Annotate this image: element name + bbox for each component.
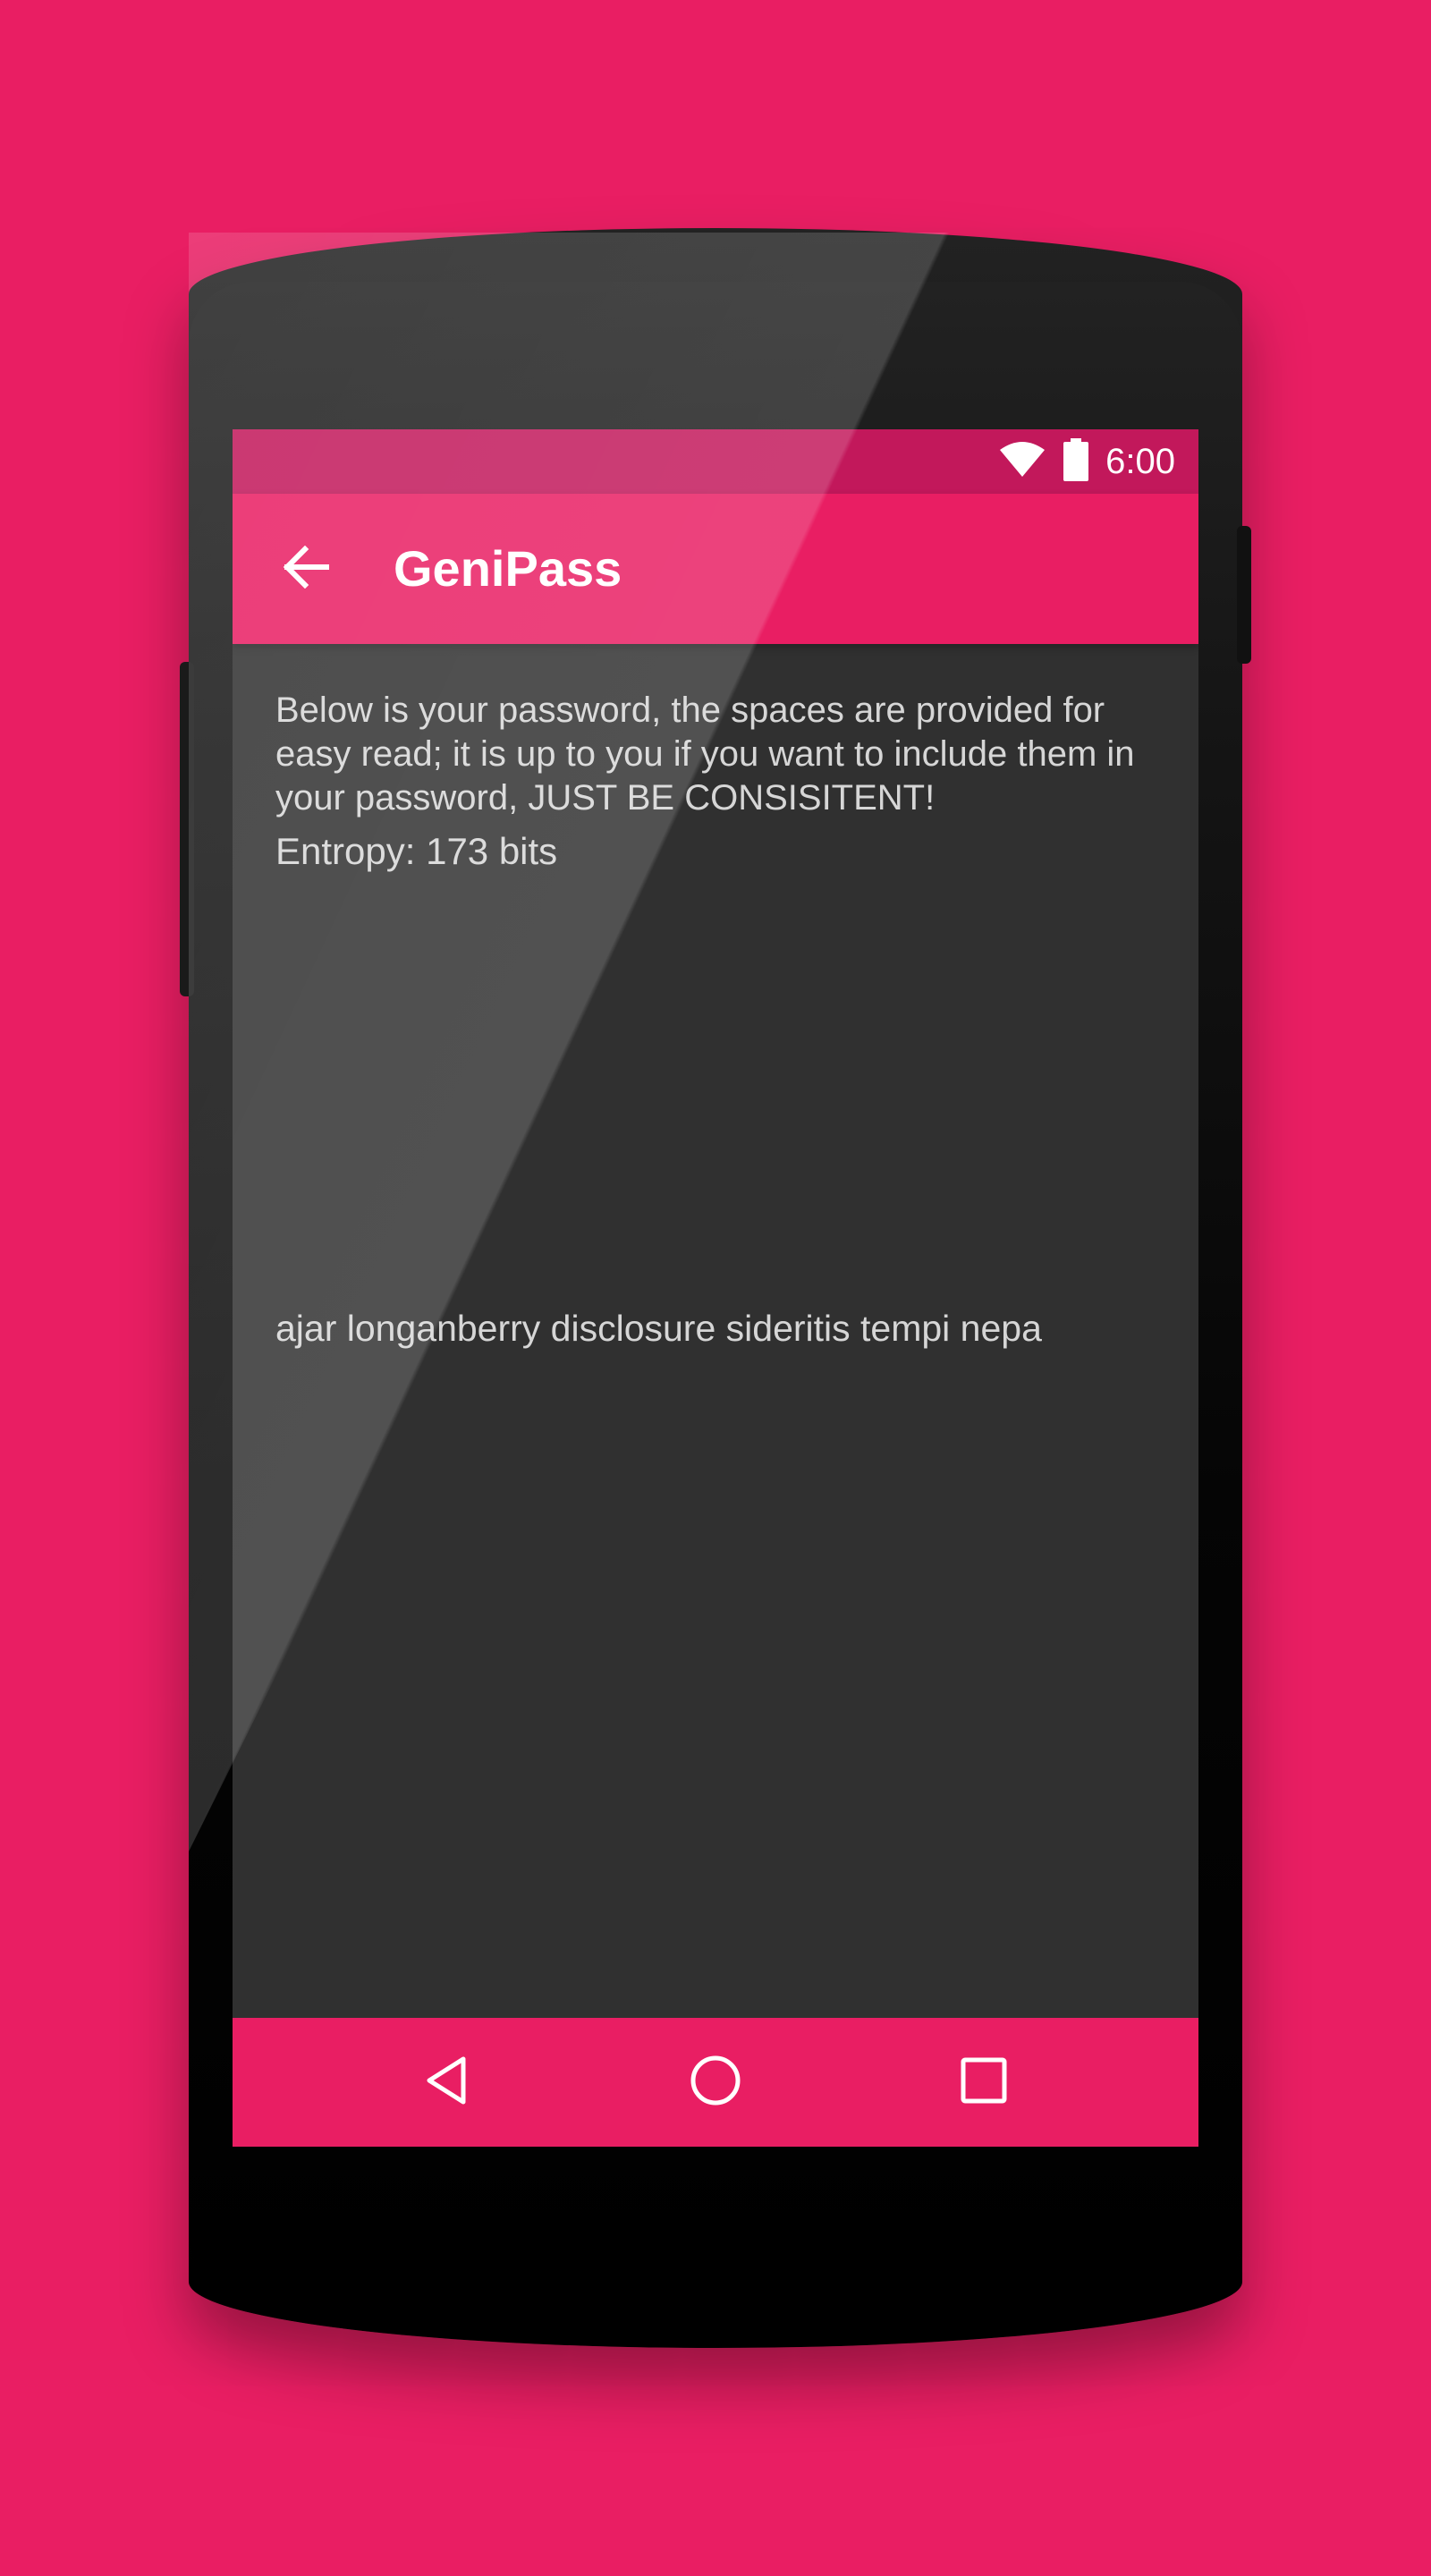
entropy-value: Entropy: 173 bits <box>275 830 558 872</box>
power-button <box>1237 526 1251 664</box>
info-text: Below is your password, the spaces are p… <box>275 691 1135 818</box>
arrow-back-icon <box>282 545 330 593</box>
nav-recents-button[interactable] <box>952 2050 1016 2114</box>
generated-password[interactable]: ajar longanberry disclosure sideritis te… <box>275 1306 1170 1351</box>
phone-screen: 6:00 GeniPass Below is your password, th… <box>233 429 1198 2147</box>
app-bar: GeniPass <box>233 494 1198 644</box>
back-button[interactable] <box>272 535 340 603</box>
status-icons: 6:00 <box>998 437 1175 483</box>
nav-back-button[interactable] <box>415 2050 479 2114</box>
main-content: Below is your password, the spaces are p… <box>275 689 1170 876</box>
battery-icon <box>1063 437 1089 486</box>
status-time: 6:00 <box>1105 441 1175 481</box>
wifi-icon <box>998 441 1046 483</box>
status-bar: 6:00 <box>233 429 1198 494</box>
home-circle-icon <box>689 2054 742 2112</box>
navigation-bar <box>233 2018 1198 2147</box>
page-title: GeniPass <box>394 540 622 597</box>
volume-button <box>180 662 194 996</box>
back-triangle-icon <box>420 2054 474 2112</box>
nav-home-button[interactable] <box>683 2050 748 2114</box>
recents-square-icon <box>959 2055 1009 2110</box>
